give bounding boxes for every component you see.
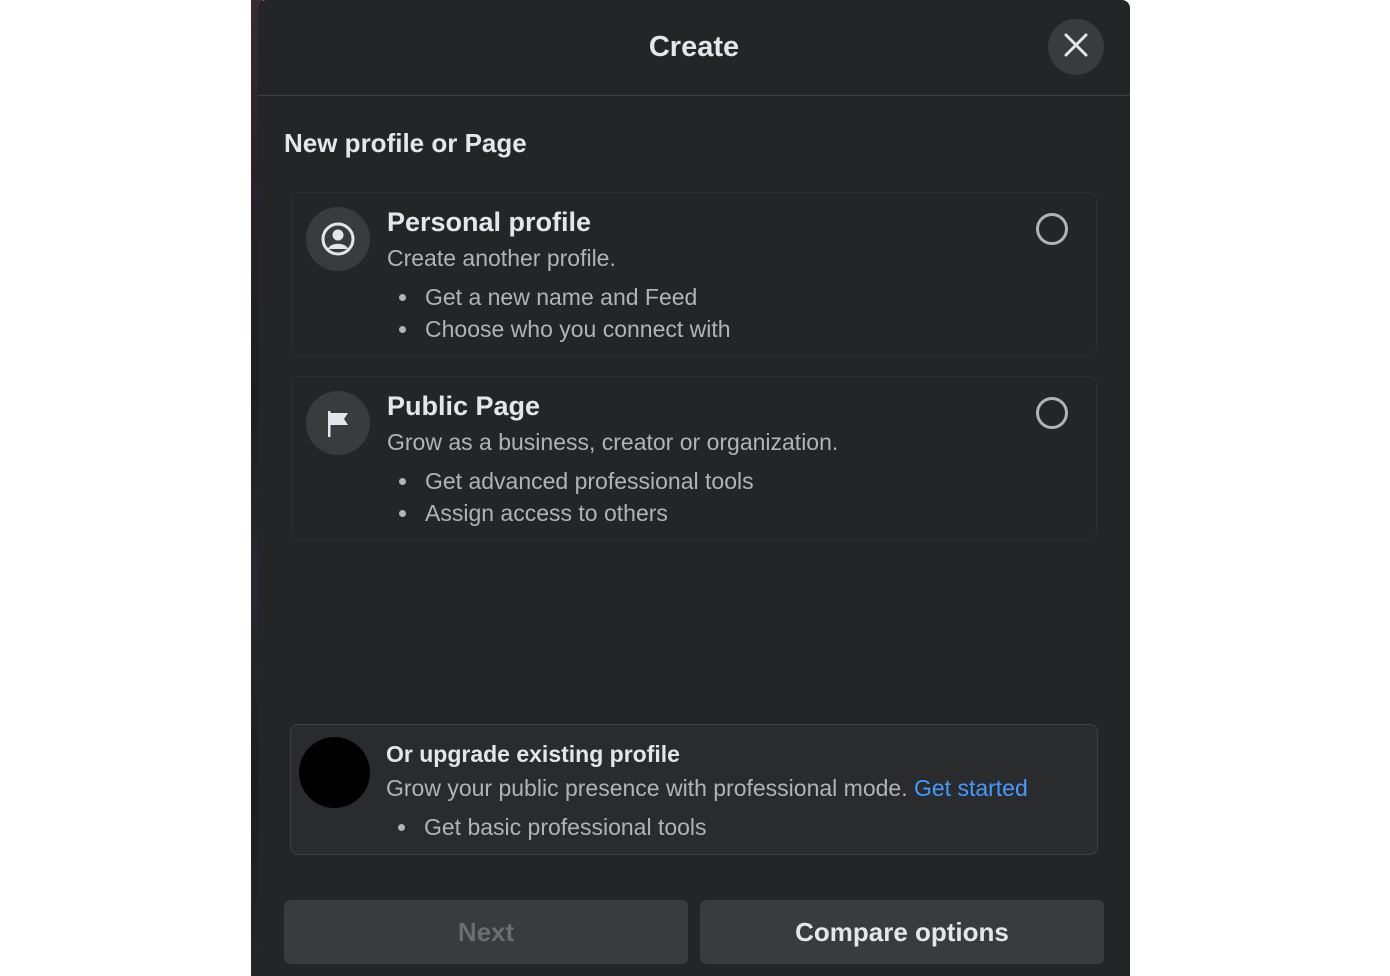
dialog-title: Create [648, 31, 740, 63]
get-started-link[interactable]: Get started [914, 775, 1028, 801]
option-description: Grow as a business, creator or organizat… [387, 429, 839, 455]
option-bullets: Get advanced professional tools Assign a… [387, 465, 754, 529]
close-button[interactable] [1048, 19, 1104, 75]
avatar [299, 737, 370, 808]
upgrade-bullets: Get basic professional tools [386, 811, 707, 843]
bullet-item: Get a new name and Feed [387, 281, 731, 313]
close-icon [1063, 32, 1089, 63]
dialog-header: Create [258, 0, 1130, 96]
create-dialog: Create New profile or Page Personal prof… [258, 0, 1130, 976]
flag-icon [306, 391, 370, 455]
option-title: Personal profile [387, 207, 592, 237]
option-title: Public Page [387, 391, 541, 421]
bullet-item: Get advanced professional tools [387, 465, 754, 497]
bullet-item: Get basic professional tools [386, 811, 707, 843]
next-button[interactable]: Next [284, 900, 688, 964]
bullet-item: Assign access to others [387, 497, 754, 529]
upgrade-description: Grow your public presence with professio… [386, 775, 1028, 802]
option-description: Create another profile. [387, 245, 616, 271]
personal-profile-radio[interactable] [1036, 213, 1068, 245]
upgrade-profile-card: Or upgrade existing profile Grow your pu… [290, 724, 1098, 855]
user-circle-icon [306, 207, 370, 271]
bullet-item: Choose who you connect with [387, 313, 731, 345]
public-page-radio[interactable] [1036, 397, 1068, 429]
upgrade-description-text: Grow your public presence with professio… [386, 775, 908, 801]
compare-options-button[interactable]: Compare options [700, 900, 1104, 964]
upgrade-title: Or upgrade existing profile [386, 741, 680, 767]
personal-profile-option[interactable]: Personal profile Create another profile.… [291, 192, 1097, 356]
option-bullets: Get a new name and Feed Choose who you c… [387, 281, 731, 345]
section-heading: New profile or Page [284, 128, 527, 158]
public-page-option[interactable]: Public Page Grow as a business, creator … [291, 376, 1097, 540]
